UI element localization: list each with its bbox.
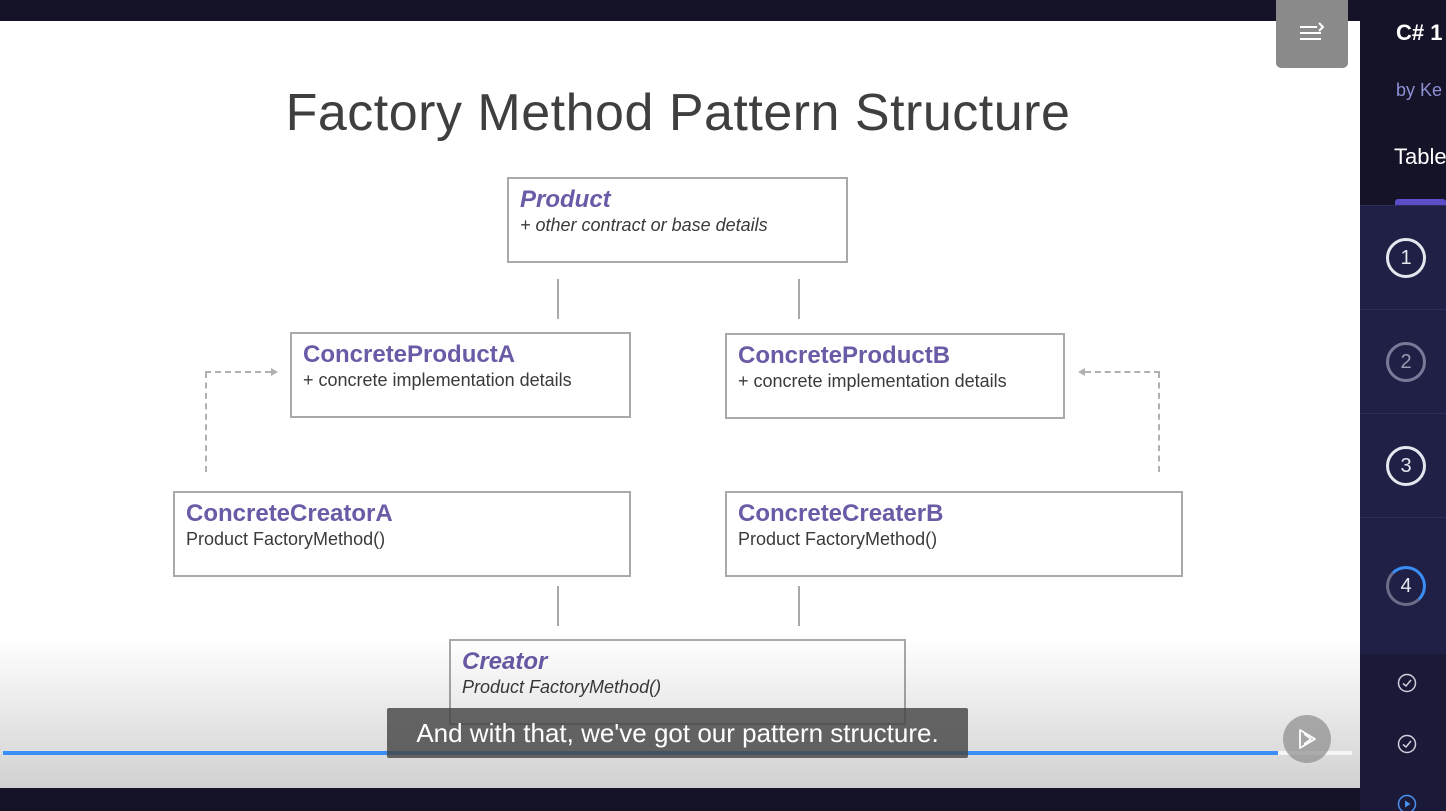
uml-class-detail: + concrete implementation details xyxy=(303,370,572,390)
closed-caption: And with that, we've got our pattern str… xyxy=(387,708,968,758)
uml-class-detail: Product FactoryMethod() xyxy=(186,529,386,549)
player-top-bar xyxy=(0,0,1360,21)
next-clip-icon xyxy=(1299,729,1316,749)
sidebar-header: C# 1 by Ke Table xyxy=(1360,0,1446,205)
playlist-menu-button[interactable] xyxy=(1276,0,1348,68)
play-circle-icon xyxy=(1397,794,1417,811)
uml-box-concrete-creator-a: ConcreteCreatorA Product FactoryMethod() xyxy=(173,491,631,577)
module-number-badge: 1 xyxy=(1386,238,1426,278)
clip-item-completed[interactable] xyxy=(1397,673,1417,693)
uml-class-detail: Product FactoryMethod() xyxy=(462,677,662,697)
course-sidebar: C# 1 by Ke Table 1 2 3 4 xyxy=(1360,0,1446,811)
uml-class-name: ConcreteProductB xyxy=(738,342,951,369)
clip-item-completed[interactable] xyxy=(1397,734,1417,754)
uml-box-product: Product + other contract or base details xyxy=(507,177,848,263)
uml-class-name: ConcreteCreatorA xyxy=(186,500,393,527)
dependency-line xyxy=(1158,372,1160,472)
module-item-current[interactable]: 4 xyxy=(1360,517,1446,654)
uml-class-name: Product xyxy=(520,186,611,213)
uml-class-name: ConcreteCreaterB xyxy=(738,500,944,527)
module-number-badge: 4 xyxy=(1386,566,1426,606)
playlist-menu-icon xyxy=(1300,22,1325,40)
dependency-arrowhead xyxy=(271,368,278,376)
uml-class-detail: + other contract or base details xyxy=(520,215,768,235)
video-player[interactable]: Factory Method Pattern Structure Product… xyxy=(0,21,1360,788)
tab-table-of-contents[interactable]: Table xyxy=(1394,144,1446,170)
dependency-line xyxy=(1085,371,1160,373)
check-circle-icon xyxy=(1397,673,1417,693)
uml-box-concrete-creater-b: ConcreteCreaterB Product FactoryMethod() xyxy=(725,491,1183,577)
check-circle-icon xyxy=(1397,734,1417,754)
uml-class-detail: Product FactoryMethod() xyxy=(738,529,938,549)
dependency-line xyxy=(205,371,271,373)
slide-title: Factory Method Pattern Structure xyxy=(285,84,1071,142)
uml-class-name: ConcreteProductA xyxy=(303,341,516,368)
connector-line xyxy=(798,279,800,319)
connector-line xyxy=(557,586,559,626)
dependency-line xyxy=(205,372,207,472)
dependency-arrowhead xyxy=(1078,368,1085,376)
module-item[interactable]: 3 xyxy=(1360,413,1446,517)
connector-line xyxy=(557,279,559,319)
module-item[interactable]: 1 xyxy=(1360,205,1446,309)
player-bottom-bar xyxy=(0,788,1360,811)
connector-line xyxy=(798,586,800,626)
module-number-badge: 3 xyxy=(1386,446,1426,486)
uml-class-detail: + concrete implementation details xyxy=(738,371,1007,391)
clip-item-playing[interactable] xyxy=(1397,794,1417,811)
next-clip-button[interactable] xyxy=(1283,715,1331,763)
uml-class-name: Creator xyxy=(462,648,548,675)
course-title: C# 1 xyxy=(1396,20,1443,45)
module-number-badge: 2 xyxy=(1386,342,1426,382)
course-author-link[interactable]: by Ke xyxy=(1396,80,1442,101)
uml-box-concrete-product-a: ConcreteProductA + concrete implementati… xyxy=(290,332,631,418)
uml-box-concrete-product-b: ConcreteProductB + concrete implementati… xyxy=(725,333,1065,419)
module-item[interactable]: 2 xyxy=(1360,309,1446,413)
